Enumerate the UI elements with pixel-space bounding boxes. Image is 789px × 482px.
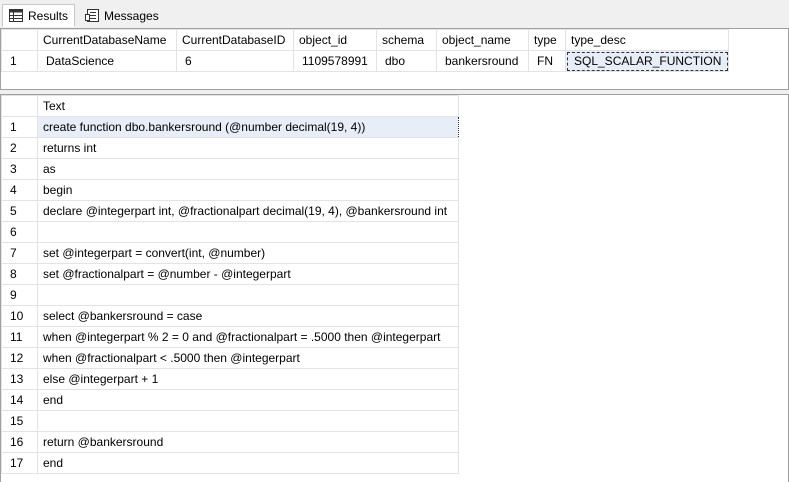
header-row: Text <box>1 95 459 117</box>
table-row: 7 set @integerpart = convert(int, @numbe… <box>1 242 459 264</box>
column-header[interactable]: CurrentDatabaseName <box>37 29 177 51</box>
column-header[interactable]: object_id <box>293 29 377 51</box>
table-cell[interactable]: returns int <box>37 137 459 159</box>
table-row: 2 returns int <box>1 137 459 159</box>
table-row: 1 DataScience 6 1109578991 dbo bankersro… <box>1 50 729 72</box>
column-header[interactable]: CurrentDatabaseID <box>176 29 294 51</box>
table-cell[interactable] <box>37 221 459 243</box>
tab-results-label: Results <box>28 8 69 23</box>
table-row: 3 as <box>1 158 459 180</box>
tab-messages[interactable]: Messages <box>78 4 166 27</box>
tab-results[interactable]: Results <box>2 4 76 27</box>
row-number[interactable]: 2 <box>1 137 38 159</box>
table-row: 16 return @bankersround <box>1 431 459 453</box>
row-number[interactable]: 15 <box>1 410 38 432</box>
table-cell[interactable]: else @integerpart + 1 <box>37 368 459 390</box>
table-cell[interactable]: begin <box>37 179 459 201</box>
table-row: 4 begin <box>1 179 459 201</box>
column-header[interactable]: type_desc <box>565 29 729 51</box>
table-row: 1 create function dbo.bankersround (@numb… <box>1 116 459 138</box>
column-header[interactable]: schema <box>376 29 437 51</box>
row-number[interactable]: 11 <box>1 326 38 348</box>
table-cell[interactable]: set @fractionalpart = @number - @integer… <box>37 263 459 285</box>
messages-icon <box>85 9 99 22</box>
table-cell[interactable]: as <box>37 158 459 180</box>
table-cell[interactable]: return @bankersround <box>37 431 459 453</box>
table-cell[interactable]: end <box>37 389 459 411</box>
table-row: 5 declare @integerpart int, @fractionalp… <box>1 200 459 222</box>
column-header[interactable]: Text <box>37 95 459 117</box>
results-tabbar: Results Messages <box>0 0 789 28</box>
table-row: 13 else @integerpart + 1 <box>1 368 459 390</box>
row-number[interactable]: 1 <box>1 50 38 72</box>
results-grid-icon <box>9 9 23 22</box>
table-cell[interactable]: declare @integerpart int, @fractionalpar… <box>37 200 459 222</box>
table-cell[interactable]: end <box>37 452 459 474</box>
row-number[interactable]: 5 <box>1 200 38 222</box>
table-row: 9 <box>1 284 459 306</box>
table-cell[interactable]: dbo <box>376 50 437 72</box>
table-cell[interactable]: when @fractionalpart < .5000 then @integ… <box>37 347 459 369</box>
table-cell[interactable]: DataScience <box>37 50 177 72</box>
row-number[interactable]: 6 <box>1 221 38 243</box>
table-cell[interactable]: FN <box>528 50 566 72</box>
result-table-2: Text 1 create function dbo.bankersround (… <box>1 95 459 474</box>
row-number[interactable]: 17 <box>1 452 38 474</box>
table-cell[interactable]: bankersround <box>436 50 529 72</box>
row-number[interactable]: 14 <box>1 389 38 411</box>
row-number[interactable]: 16 <box>1 431 38 453</box>
table-row: 8 set @fractionalpart = @number - @integ… <box>1 263 459 285</box>
table-row: 6 <box>1 221 459 243</box>
table-cell[interactable] <box>37 410 459 432</box>
row-number[interactable]: 1 <box>1 116 38 138</box>
row-number[interactable]: 10 <box>1 305 38 327</box>
row-number-header[interactable] <box>1 29 38 51</box>
result-grid-2[interactable]: Text 1 create function dbo.bankersround (… <box>0 94 789 482</box>
row-number[interactable]: 9 <box>1 284 38 306</box>
table-cell[interactable]: 6 <box>176 50 294 72</box>
column-header[interactable]: type <box>528 29 566 51</box>
row-number[interactable]: 13 <box>1 368 38 390</box>
table-row: 12 when @fractionalpart < .5000 then @in… <box>1 347 459 369</box>
row-number[interactable]: 3 <box>1 158 38 180</box>
table-cell[interactable]: 1109578991 <box>293 50 377 72</box>
row-number-header[interactable] <box>1 95 38 117</box>
table-row: 10 select @bankersround = case <box>1 305 459 327</box>
result-table-1: CurrentDatabaseName CurrentDatabaseID ob… <box>1 29 729 72</box>
table-row: 17 end <box>1 452 459 474</box>
result-grid-1[interactable]: CurrentDatabaseName CurrentDatabaseID ob… <box>0 28 789 90</box>
column-header[interactable]: object_name <box>436 29 529 51</box>
row-number[interactable]: 8 <box>1 263 38 285</box>
table-cell[interactable]: when @integerpart % 2 = 0 and @fractiona… <box>37 326 459 348</box>
header-row: CurrentDatabaseName CurrentDatabaseID ob… <box>1 29 729 51</box>
table-cell[interactable]: set @integerpart = convert(int, @number) <box>37 242 459 264</box>
selected-cell[interactable]: create function dbo.bankersround (@numbe… <box>37 116 459 138</box>
tab-messages-label: Messages <box>104 8 159 23</box>
table-cell[interactable] <box>37 284 459 306</box>
table-row: 15 <box>1 410 459 432</box>
table-row: 14 end <box>1 389 459 411</box>
table-row: 11 when @integerpart % 2 = 0 and @fracti… <box>1 326 459 348</box>
selected-cell[interactable]: SQL_SCALAR_FUNCTION <box>565 50 729 72</box>
row-number[interactable]: 12 <box>1 347 38 369</box>
row-number[interactable]: 4 <box>1 179 38 201</box>
row-number[interactable]: 7 <box>1 242 38 264</box>
table-cell[interactable]: select @bankersround = case <box>37 305 459 327</box>
